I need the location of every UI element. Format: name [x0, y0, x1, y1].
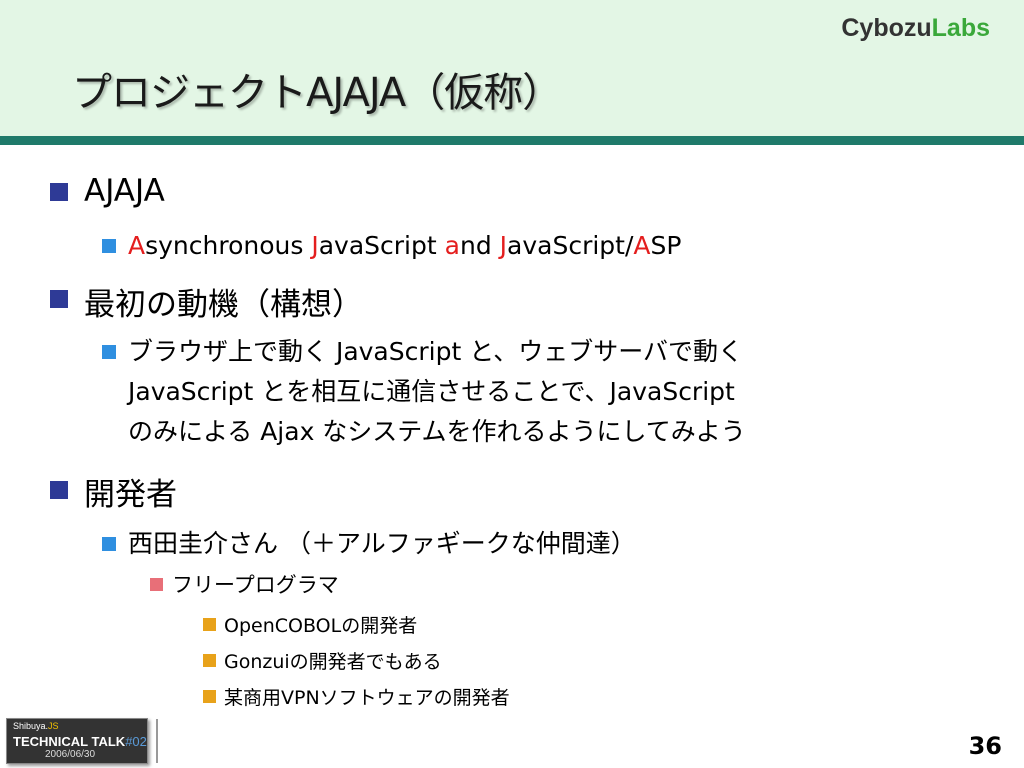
- slide-title: プロジェクトAJAJA（仮称）: [72, 70, 562, 116]
- acronym-letter: J: [499, 231, 508, 260]
- acronym-letter: A: [633, 231, 651, 260]
- motivation-line-2: JavaScript とを相互に通信させることで、JavaScript: [128, 377, 735, 406]
- bullet-square-icon: [203, 690, 216, 703]
- acronym-rest: nd: [459, 231, 500, 260]
- badge-number: #02: [125, 734, 147, 749]
- badge-date: 2006/06/30: [45, 749, 96, 760]
- acronym-rest: avaScript/: [507, 231, 634, 260]
- page-number: 36: [968, 732, 1002, 760]
- acronym-rest: SP: [650, 231, 682, 260]
- list-item: 某商用VPNソフトウェアの開発者: [224, 687, 510, 709]
- acronym-letter: A: [128, 231, 146, 260]
- ajaja-expansion: Asynchronous JavaScript and JavaScript/A…: [128, 226, 681, 266]
- badge-title: TECHNICAL TALK#02: [13, 734, 147, 749]
- bullet-square-icon: [203, 618, 216, 631]
- logo-text-labs: Labs: [931, 14, 990, 42]
- bullet-square-icon: [50, 290, 68, 308]
- bullet-square-icon: [50, 183, 68, 201]
- badge-brand-b: JS: [48, 721, 59, 731]
- section-heading-motivation: 最初の動機（構想）: [84, 287, 363, 323]
- bullet-square-icon: [102, 239, 116, 253]
- list-item: OpenCOBOLの開発者: [224, 615, 418, 637]
- badge-brand-a: Shibuya.: [13, 721, 49, 731]
- event-badge: Shibuya.JS TECHNICAL TALK#02 2006/06/30: [6, 718, 148, 764]
- motivation-line-3: のみによる Ajax なシステムを作れるようにしてみよう: [128, 417, 746, 446]
- bullet-square-icon: [50, 481, 68, 499]
- section-heading-developer: 開発者: [84, 477, 177, 513]
- badge-brand: Shibuya.JS: [13, 721, 59, 731]
- section-heading-ajaja: AJAJA: [84, 173, 165, 209]
- footer-divider: [156, 719, 158, 763]
- list-item: Gonzuiの開発者でもある: [224, 651, 442, 673]
- acronym-letter: a: [444, 231, 460, 260]
- bullet-square-icon: [102, 537, 116, 551]
- badge-title-text: TECHNICAL TALK: [13, 734, 126, 749]
- acronym-letter: J: [311, 231, 319, 260]
- acronym-rest: synchronous: [145, 231, 312, 260]
- developer-name: 西田圭介さん （＋アルファギークな仲間達）: [128, 529, 636, 558]
- logo-text-cybozu: Cybozu: [841, 14, 932, 42]
- bullet-square-icon: [102, 345, 116, 359]
- developer-role: フリープログラマ: [172, 573, 339, 597]
- header-divider: [0, 136, 1024, 145]
- bullet-square-icon: [150, 578, 163, 591]
- motivation-line-1: ブラウザ上で動く JavaScript と、ウェブサーバで動く: [128, 337, 743, 366]
- cybozu-labs-logo: CybozuLabs: [841, 14, 990, 43]
- acronym-rest: avaScript: [318, 231, 445, 260]
- bullet-square-icon: [203, 654, 216, 667]
